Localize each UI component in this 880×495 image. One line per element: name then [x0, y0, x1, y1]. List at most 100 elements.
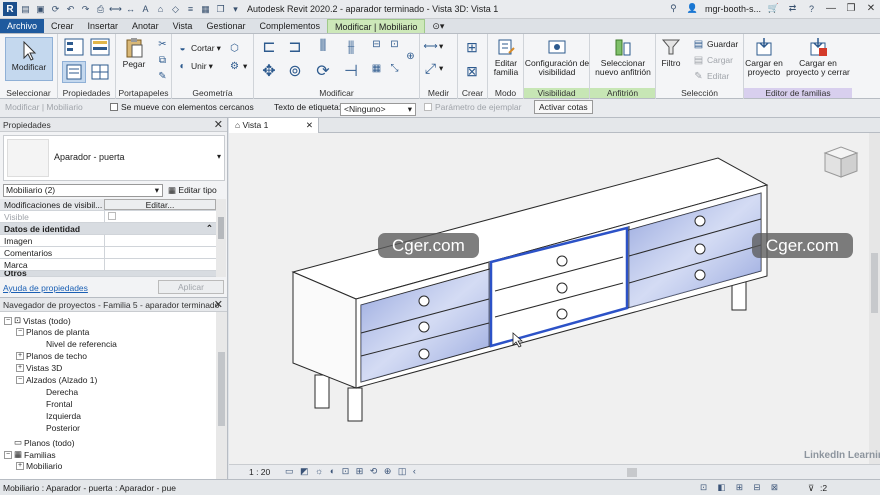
close-properties-icon[interactable]: ✕	[214, 118, 223, 132]
instance-parameter-checkbox[interactable]: Parámetro de ejemplar	[424, 102, 521, 112]
tree-item-sheets[interactable]: ▭ Planos (todo)	[4, 437, 75, 448]
close-browser-icon[interactable]: ✕	[214, 298, 223, 312]
move-button[interactable]: ✥	[258, 62, 280, 80]
view-cube-icon[interactable]	[823, 146, 859, 178]
text-icon[interactable]: A	[139, 3, 152, 16]
modify-button[interactable]: Modificar	[5, 37, 53, 81]
qat-dropdown-icon[interactable]: ▾	[229, 3, 242, 16]
tree-item-ref-level[interactable]: Nivel de referencia	[46, 339, 117, 349]
dimension-button[interactable]: ⤢ ▾	[424, 60, 443, 76]
tree-item-furniture[interactable]: + Mobiliario	[16, 461, 62, 471]
load-into-project-button[interactable]: Cargar en proyecto	[744, 36, 784, 77]
measure-button[interactable]: ⟷ ▾	[423, 40, 443, 52]
revit-logo[interactable]: R	[3, 2, 17, 16]
tree-item-right[interactable]: Derecha	[46, 387, 78, 397]
close-hidden-icon[interactable]: ▦	[199, 3, 212, 16]
account-icon[interactable]: 👤	[686, 2, 699, 15]
tab-gestionar[interactable]: Gestionar	[199, 19, 252, 33]
apply-button[interactable]: Aplicar	[158, 280, 224, 294]
category-filter-select[interactable]: Mobiliario (2) ▾	[3, 184, 163, 197]
redo-icon[interactable]: ↷	[79, 3, 92, 16]
close-view-icon[interactable]: ✕	[306, 118, 313, 133]
properties-toggle-button[interactable]	[62, 61, 86, 83]
save-icon[interactable]: ▣	[34, 3, 47, 16]
filter-button[interactable]: Filtro	[658, 36, 684, 68]
scale-button[interactable]: ⤡	[388, 62, 401, 74]
properties-help-link[interactable]: Ayuda de propiedades	[3, 283, 88, 293]
tab-complementos[interactable]: Complementos	[252, 19, 327, 33]
filter-status-icon[interactable]: ⊽	[808, 483, 814, 494]
sync-icon[interactable]: ⟳	[49, 3, 62, 16]
view-scale[interactable]: 1 : 20	[249, 467, 270, 477]
thin-lines-icon[interactable]: ≡	[184, 3, 197, 16]
split-button[interactable]: ⊟	[370, 38, 383, 50]
activate-dimensions-button[interactable]: Activar cotas	[534, 100, 593, 114]
help-icon[interactable]: ?	[805, 2, 818, 15]
paint-button[interactable]: ⬡	[228, 42, 241, 54]
property-group-identity[interactable]: Datos de identidad ⌃	[0, 223, 216, 235]
load-selection-button[interactable]: ▤ Cargar	[692, 54, 733, 66]
tree-item-floor-plans[interactable]: − Planos de planta	[16, 327, 89, 337]
print-icon[interactable]: ⎙	[94, 3, 107, 16]
drawing-canvas[interactable]: Cger.com Cger.com	[229, 133, 880, 464]
edit-selection-button[interactable]: ✎ Editar	[692, 70, 729, 82]
user-name[interactable]: mgr-booth-s...	[705, 4, 761, 14]
open-icon[interactable]: ▤	[19, 3, 32, 16]
tree-item-back[interactable]: Posterior	[46, 423, 80, 433]
maximize-button[interactable]: ❐	[844, 3, 858, 14]
view-controls[interactable]: ▭ ◩ ☼ ◐ ⊡ ⊞ ⟲ ⊕ ◫ ‹	[285, 466, 418, 477]
visible-checkbox[interactable]	[108, 212, 116, 220]
tab-insertar[interactable]: Insertar	[81, 19, 126, 33]
undo-icon[interactable]: ↶	[64, 3, 77, 16]
edit-visibility-button[interactable]: Editar...	[104, 199, 216, 210]
load-and-close-button[interactable]: Cargar en proyecto y cerrar	[786, 36, 850, 77]
binoculars-icon[interactable]: ⚲	[667, 2, 680, 15]
tab-vista[interactable]: Vista	[166, 19, 200, 33]
dimension-icon[interactable]: ↔	[124, 3, 137, 16]
mirror-draw-button[interactable]: ⫵	[340, 38, 362, 56]
split-face-button[interactable]: ⚙ ▾	[228, 60, 247, 72]
join-geometry-button[interactable]: ◐ Unir ▾	[176, 60, 212, 72]
rotate-button[interactable]: ⟳	[312, 62, 334, 80]
edit-family-button[interactable]: Editar familia	[491, 36, 521, 77]
array-button[interactable]: ▦	[370, 62, 383, 74]
canvas-vertical-scrollbar[interactable]	[869, 133, 880, 464]
view-3d-icon[interactable]: ⌂	[154, 3, 167, 16]
moves-with-nearby-checkbox[interactable]: Se mueve con elementos cercanos	[110, 102, 254, 112]
section-icon[interactable]: ◇	[169, 3, 182, 16]
properties-button[interactable]	[62, 36, 86, 59]
switch-windows-icon[interactable]: ❐	[214, 3, 227, 16]
save-selection-button[interactable]: ▤ Guardar	[692, 38, 738, 50]
tab-view-1[interactable]: ⌂ Vista 1 ✕	[229, 118, 319, 133]
browser-scrollbar[interactable]	[216, 312, 227, 479]
exchange-icon[interactable]: ⇄	[786, 2, 799, 15]
edit-type-button[interactable]: ▦ Editar tipo	[168, 184, 217, 197]
pick-new-host-button[interactable]: Seleccionar nuevo anfitrión	[592, 36, 654, 77]
copy-button[interactable]: ⧉	[156, 54, 169, 66]
tree-item-elevations[interactable]: − Alzados (Alzado 1)	[16, 375, 97, 385]
status-icons[interactable]: ⊡ ◧ ⊞ ⊟ ⊠	[700, 482, 782, 493]
trim-extend-button[interactable]: ⊣	[340, 62, 362, 80]
tab-archivo[interactable]: Archivo	[0, 19, 45, 33]
align-button[interactable]: ⊏	[258, 38, 280, 56]
cut-button[interactable]: ✂	[156, 38, 169, 50]
type-properties-button[interactable]	[88, 36, 112, 59]
measure-icon[interactable]: ⟷	[109, 3, 122, 16]
offset-button[interactable]: ⊐	[284, 38, 306, 56]
create-similar-button[interactable]: ⊞	[462, 38, 482, 56]
paste-button[interactable]: Pegar	[122, 37, 146, 69]
copy-element-button[interactable]: ⊚	[284, 62, 306, 80]
close-window-button[interactable]: ✕	[864, 3, 878, 14]
tree-item-front[interactable]: Frontal	[46, 399, 72, 409]
trim-button[interactable]: ⊡	[388, 38, 401, 50]
tab-modificar-mobiliario[interactable]: Modificar | Mobiliario	[327, 19, 426, 33]
tree-item-3d-views[interactable]: + Vistas 3D	[16, 363, 62, 373]
ribbon-toggle-icon[interactable]: ⊙▾	[425, 19, 451, 33]
properties-scrollbar[interactable]	[216, 199, 226, 277]
visibility-settings-button[interactable]: Configuración de visibilidad	[525, 36, 589, 77]
tree-item-ceiling-plans[interactable]: + Planos de techo	[16, 351, 87, 361]
cut-geometry-button[interactable]: ◒ Cortar ▾	[176, 42, 220, 54]
match-type-button[interactable]: ✎	[156, 70, 169, 82]
tree-item-left[interactable]: Izquierda	[46, 411, 81, 421]
create-group-button[interactable]: ⊠	[462, 62, 482, 80]
